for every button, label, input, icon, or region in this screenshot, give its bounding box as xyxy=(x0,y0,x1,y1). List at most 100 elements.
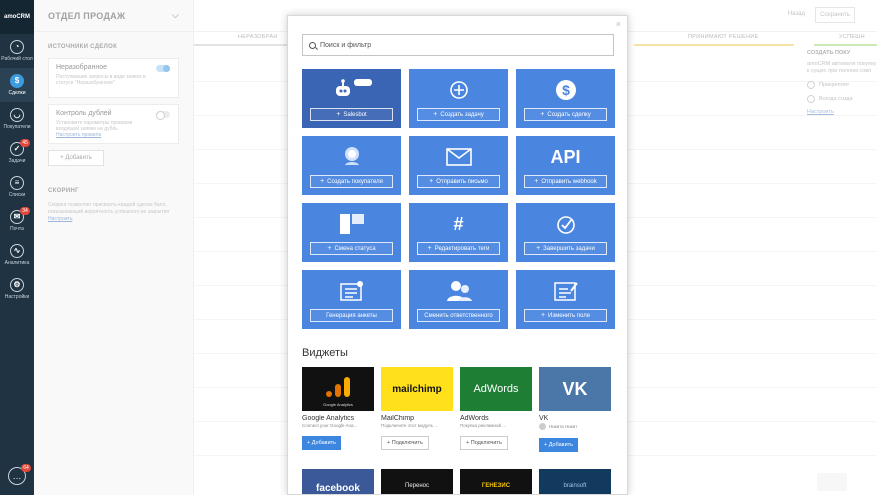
pipeline-header[interactable]: ОТДЕЛ ПРОДАЖ ⌵ xyxy=(34,0,193,32)
nav-mail[interactable]: ✉ Почта 34 xyxy=(0,204,34,238)
panel-text: amoCRM автомати покупку к сущес при полн… xyxy=(807,61,877,74)
nav-label: Почта xyxy=(10,226,24,232)
thumb-caption: AdWords xyxy=(473,383,519,395)
tile-complete-tasks[interactable]: + Завершить задачи xyxy=(516,203,615,262)
tile-create-task[interactable]: + Создать задачу xyxy=(409,69,508,128)
tile-send-webhook[interactable]: API + Отправить webhook xyxy=(516,136,615,195)
widget-name: VK xyxy=(539,415,549,422)
tile-send-email[interactable]: + Отправить письмо xyxy=(409,136,508,195)
tile-create-lead[interactable]: $ + Создать сделку xyxy=(516,69,615,128)
nav-customers[interactable]: ◡ Покупатели xyxy=(0,102,34,136)
scoring-link[interactable]: Настроить xyxy=(48,216,179,223)
widget-transfer[interactable]: Перенос xyxy=(381,469,453,494)
widget-author: Никита Никит xyxy=(539,423,611,430)
add-widget-button[interactable]: + Добавить xyxy=(539,438,579,452)
radio-label: Всегда созда xyxy=(819,95,853,102)
widget-facebook[interactable]: facebook xyxy=(302,469,374,494)
widget-brainsoft[interactable]: brainsoft xyxy=(539,469,611,494)
sources-title: ИСТОЧНИКИ СДЕЛОК xyxy=(48,44,118,50)
mail-badge: 34 xyxy=(20,207,30,215)
tile-label: Сменить ответственного xyxy=(417,309,500,322)
panel-link[interactable]: Настроить xyxy=(807,109,877,116)
tile-text: Смена статуса xyxy=(334,245,376,252)
nav-dashboard[interactable]: ◔ Рабочий стол xyxy=(0,34,34,68)
logo[interactable]: amoCRM xyxy=(0,0,34,34)
widget-vk[interactable]: VK VK Никита Никит + Добавить xyxy=(539,367,611,452)
close-icon[interactable]: × xyxy=(616,19,621,29)
widget-adwords[interactable]: AdWords AdWords Покупка рекламной ... + … xyxy=(460,367,532,452)
tile-edit-field[interactable]: + Изменить поле xyxy=(516,270,615,329)
hash-icon: # xyxy=(453,213,464,234)
connect-widget-button[interactable]: + Подключить xyxy=(460,436,508,450)
tile-edit-tags[interactable]: # + Редактировать теги xyxy=(409,203,508,262)
nav-leads[interactable]: $ Сделки xyxy=(0,68,34,102)
widget-google-analytics[interactable]: Google Analytics Google Analytics Connec… xyxy=(302,367,374,452)
scoring-title: СКОРИНГ xyxy=(48,188,79,194)
tile-label: + Отправить письмо xyxy=(417,175,500,188)
tile-change-responsible[interactable]: Сменить ответственного xyxy=(409,270,508,329)
author-name: Никита Никит xyxy=(549,424,578,429)
add-source-button[interactable]: + Добавить xyxy=(48,150,104,166)
tile-label: + Salesbot xyxy=(310,108,393,121)
stage-bar xyxy=(814,44,877,46)
widget-thumb[interactable]: Google Analytics xyxy=(302,367,374,411)
nav-analytics[interactable]: ∿ Аналитика xyxy=(0,238,34,272)
unsorted-card: Неразобранное Поступившие запросы в виде… xyxy=(48,58,179,98)
tile-label: + Создать покупателя xyxy=(310,175,393,188)
pipeline-title: ОТДЕЛ ПРОДАЖ xyxy=(48,10,126,21)
scoring-desc: Скоринг позволяет присвоить каждой сделк… xyxy=(48,202,179,223)
panel-title: СОЗДАТЬ ПОКУ xyxy=(807,50,851,56)
back-button[interactable]: Назад xyxy=(788,11,805,17)
customer-icon xyxy=(340,145,364,169)
gear-icon: ⚙ xyxy=(10,278,24,292)
stage-unsorted[interactable]: НЕРАЗОБРАН xyxy=(238,34,278,40)
unsorted-desc: Поступившие запросы в виде заявок в стат… xyxy=(56,74,146,86)
duplicates-card: Контроль дублей Установите параметры про… xyxy=(48,104,179,144)
api-icon: API xyxy=(550,146,581,167)
plus-circle-icon xyxy=(449,78,469,102)
stage-decision[interactable]: ПРИНИМАЮТ РЕШЕНИЕ xyxy=(688,34,759,40)
widget-mailchimp[interactable]: mailchimp MailChimp Подключите этот моду… xyxy=(381,367,453,452)
connect-widget-button[interactable]: + Подключить xyxy=(381,436,429,450)
tile-text: Редактировать теги xyxy=(434,245,490,252)
tile-text: Отправить webhook xyxy=(541,178,597,185)
tasks-badge: 45 xyxy=(20,139,30,147)
nav-tasks[interactable]: ✓ Задачи 45 xyxy=(0,136,34,170)
stage-bar xyxy=(634,44,794,46)
tile-change-status[interactable]: + Смена статуса xyxy=(302,203,401,262)
widget-thumb[interactable]: AdWords xyxy=(460,367,532,411)
radio-always[interactable]: Всегда созда xyxy=(807,95,877,103)
widget-thumb[interactable]: VK xyxy=(539,367,611,411)
unsorted-toggle[interactable] xyxy=(156,65,170,72)
widget-genesis[interactable]: ГЕНЕЗИС xyxy=(460,469,532,494)
create-customer-panel: СОЗДАТЬ ПОКУ amoCRM автомати покупку к с… xyxy=(807,50,877,116)
thumb-caption: brainsoft xyxy=(563,483,587,489)
search-input[interactable]: Поиск и фильтр xyxy=(302,34,614,56)
radio-attach[interactable]: Прикреплят xyxy=(807,81,877,89)
tile-text: Завершить задачи xyxy=(543,245,595,252)
tile-label: Генерация анкеты xyxy=(310,309,393,322)
widget-desc: Покупка рекламной ... xyxy=(460,423,507,428)
chevron-down-icon[interactable]: ⌵ xyxy=(172,10,179,21)
duplicates-toggle[interactable] xyxy=(156,111,170,120)
duplicates-desc: Установите параметры проверки входящей з… xyxy=(56,120,133,132)
nav-settings[interactable]: ⚙ Настройки xyxy=(0,272,34,306)
stage-won[interactable]: УСПЕШН xyxy=(839,34,865,40)
analytics-icon: ∿ xyxy=(10,244,24,258)
tile-generate-form[interactable]: Генерация анкеты xyxy=(302,270,401,329)
nav-lists[interactable]: ≡ Списки xyxy=(0,170,34,204)
radio-circle-icon xyxy=(807,81,815,89)
form-icon xyxy=(339,279,365,303)
widget-thumb[interactable]: mailchimp xyxy=(381,367,453,411)
left-nav: amoCRM ◔ Рабочий стол $ Сделки ◡ Покупат… xyxy=(0,0,34,495)
radio-label: Прикреплят xyxy=(819,81,850,88)
save-button[interactable]: Сохранить xyxy=(815,7,855,23)
add-widget-button[interactable]: + Добавить xyxy=(302,436,342,450)
tile-text: Изменить поле xyxy=(548,312,591,319)
dollar-icon: $ xyxy=(555,78,577,102)
tile-salesbot[interactable]: + Salesbot xyxy=(302,69,401,128)
tile-create-customer[interactable]: + Создать покупателя xyxy=(302,136,401,195)
chat-icon[interactable]: … 64 xyxy=(8,464,31,485)
duplicates-link[interactable]: Настроить правила xyxy=(56,132,171,138)
chat-badge: 64 xyxy=(21,464,31,472)
